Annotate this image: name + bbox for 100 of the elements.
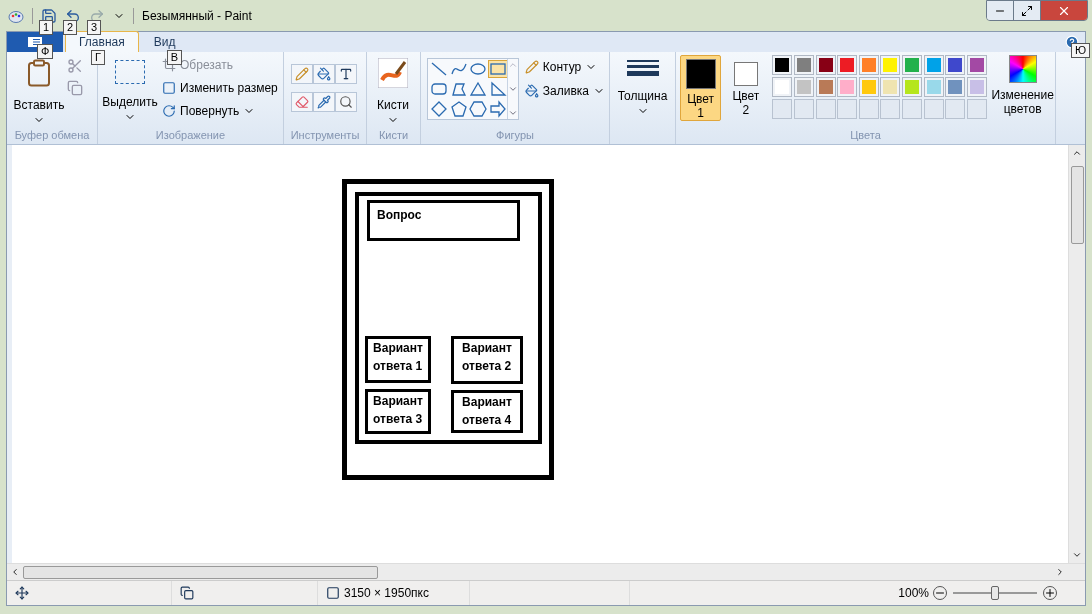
zoom-slider-thumb[interactable]: [991, 586, 999, 600]
palette-color[interactable]: [948, 58, 963, 72]
pentagon-icon: [449, 100, 468, 118]
shape-button[interactable]: [488, 60, 509, 78]
fill-icon[interactable]: [313, 64, 335, 84]
eraser-icon[interactable]: [291, 92, 313, 112]
resize-button[interactable]: Изменить размер: [162, 79, 278, 97]
size-button[interactable]: Толщина: [614, 56, 671, 117]
resize-icon: [162, 81, 176, 95]
color-selector[interactable]: Цвет 2: [725, 55, 767, 121]
pencil-icon: [524, 60, 539, 74]
answer-box: Вариант ответа 1: [365, 336, 431, 383]
ribbon-tab[interactable]: Вид: [140, 31, 189, 52]
shape-button[interactable]: [429, 80, 449, 98]
line-icon: [430, 60, 448, 78]
question-box: Вопрос: [367, 200, 520, 241]
shape-button[interactable]: [468, 100, 489, 118]
palette-color[interactable]: [840, 80, 855, 94]
oval-icon: [469, 60, 488, 78]
canvas-size-icon: [326, 586, 340, 600]
palette-color[interactable]: [861, 58, 876, 72]
polygon-icon: [449, 80, 468, 98]
palette-color[interactable]: [861, 80, 876, 94]
answer-box: Вариант ответа 4: [451, 390, 523, 433]
palette-color[interactable]: [775, 80, 790, 94]
keytip: 2: [63, 19, 78, 35]
expand-icon[interactable]: [507, 108, 518, 118]
cut-icon[interactable]: [67, 58, 83, 74]
palette-color[interactable]: [775, 58, 790, 72]
palette-color[interactable]: [926, 80, 941, 94]
magnifier-icon[interactable]: [335, 92, 357, 112]
scroll-right-icon[interactable]: [1055, 567, 1065, 577]
rotate-button[interactable]: Повернуть: [162, 102, 278, 120]
line-width-icon: [626, 60, 659, 76]
scroll-thumb[interactable]: [23, 565, 378, 579]
scroll-down-icon[interactable]: [507, 84, 518, 94]
rectangle-icon: [489, 60, 508, 78]
palette-color[interactable]: [818, 80, 833, 94]
shape-button[interactable]: [429, 100, 449, 118]
scroll-left-icon[interactable]: [10, 567, 20, 577]
horizontal-scrollbar[interactable]: [7, 563, 1085, 580]
right-triangle-icon: [489, 80, 508, 98]
save-icon[interactable]: [41, 7, 57, 24]
shape-button[interactable]: [448, 100, 469, 118]
keytip: Г: [91, 50, 105, 65]
group-label: Цвета: [849, 130, 882, 143]
text-icon[interactable]: [335, 64, 357, 84]
palette-color[interactable]: [818, 58, 833, 72]
zoom-in-icon[interactable]: [1043, 586, 1057, 600]
palette-color[interactable]: [797, 80, 812, 94]
paste-button[interactable]: Вставить: [11, 56, 67, 126]
pencil-icon[interactable]: [291, 64, 313, 84]
minimize-button[interactable]: [987, 1, 1014, 20]
palette-color[interactable]: [969, 58, 984, 72]
select-button[interactable]: Выделить: [102, 56, 158, 123]
shape-button[interactable]: [468, 80, 489, 98]
palette-color[interactable]: [883, 58, 898, 72]
color-spectrum-icon: [1008, 55, 1037, 83]
ribbon-tab[interactable]: Главная: [65, 31, 139, 52]
palette-color[interactable]: [904, 80, 919, 94]
palette-color[interactable]: [969, 80, 984, 94]
shape-button[interactable]: [468, 60, 489, 78]
outline-button[interactable]: Контур: [524, 58, 605, 76]
palette-color[interactable]: [926, 58, 941, 72]
shape-button[interactable]: [488, 80, 509, 98]
rotate-icon: [162, 104, 176, 118]
paintbrush-icon: [378, 58, 408, 88]
palette-color[interactable]: [904, 58, 919, 72]
window-title: Безымянный - Paint: [142, 7, 252, 25]
group-label: Буфер обмена: [13, 130, 91, 143]
copy-icon[interactable]: [67, 80, 83, 96]
keytip: Ю: [1071, 43, 1091, 58]
keytip: 3: [87, 19, 102, 35]
fill-button[interactable]: Заливка: [524, 82, 605, 100]
move-icon: [15, 586, 29, 600]
color-selector[interactable]: Цвет 1: [680, 55, 722, 121]
group-label: Кисти: [377, 130, 410, 143]
triangle-icon: [469, 80, 488, 98]
vertical-scrollbar[interactable]: [1068, 145, 1085, 563]
canvas-size: 3150 × 1950пкс: [344, 585, 429, 602]
hexagon-icon: [469, 100, 488, 118]
palette-color[interactable]: [840, 58, 855, 72]
group-label: Изображение: [154, 130, 227, 143]
selection-size-icon: [180, 586, 194, 600]
group-label: Фигуры: [495, 130, 535, 143]
shape-button[interactable]: [429, 60, 449, 78]
palette-color[interactable]: [797, 58, 812, 72]
maximize-icon: [1021, 4, 1033, 17]
scroll-up-icon[interactable]: [1072, 148, 1082, 158]
scroll-down-icon[interactable]: [1072, 550, 1082, 560]
answer-box: Вариант ответа 2: [451, 336, 523, 384]
palette-color[interactable]: [883, 80, 898, 94]
pipette-icon[interactable]: [313, 92, 335, 112]
edit-colors-button[interactable]: Изменение цветов: [990, 55, 1055, 116]
undo-icon[interactable]: [65, 7, 81, 24]
maximize-button[interactable]: [1014, 1, 1041, 20]
brushes-button[interactable]: Кисти: [371, 56, 415, 126]
scroll-thumb[interactable]: [1070, 166, 1084, 244]
palette-color[interactable]: [948, 80, 963, 94]
group-label: Инструменты: [289, 130, 361, 143]
